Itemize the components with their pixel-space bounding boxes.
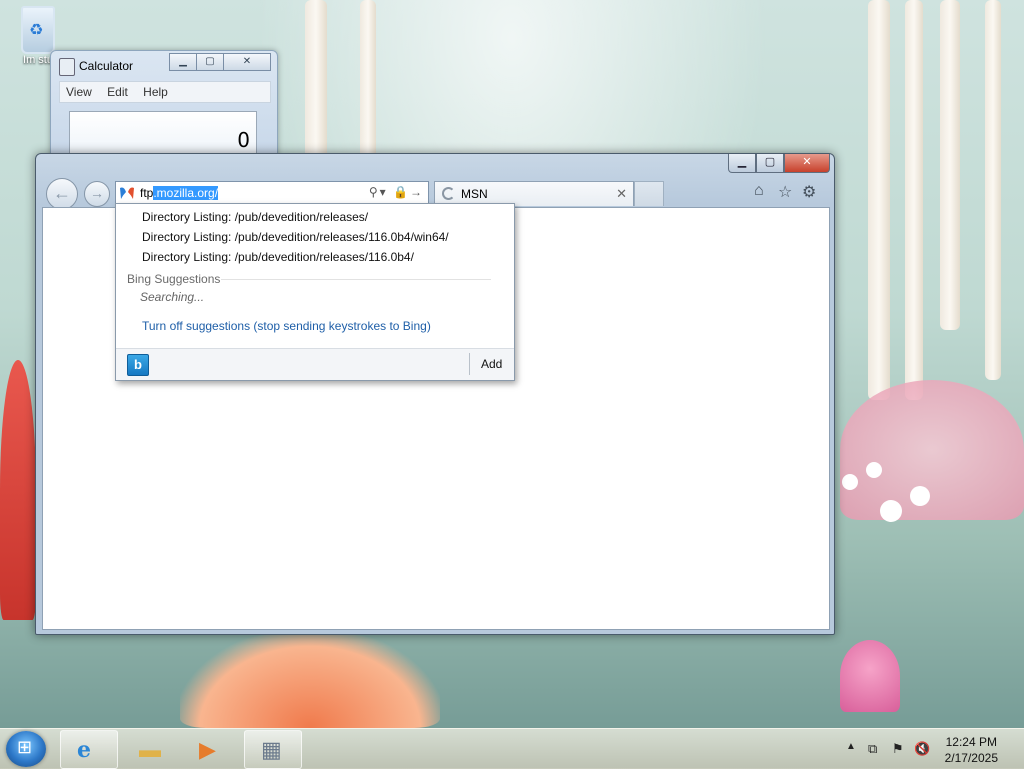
wallpaper-flower xyxy=(866,462,882,478)
clock-date: 2/17/2025 xyxy=(944,751,998,765)
tools-gear-icon[interactable]: ⚙ xyxy=(802,182,816,202)
calculator-icon xyxy=(59,58,75,76)
calculator-minimize-button[interactable]: ▁ xyxy=(169,53,197,71)
dropdown-footer: b Add xyxy=(116,348,514,380)
taskbar-internet-explorer[interactable]: e xyxy=(60,730,118,769)
back-arrow-icon: ← xyxy=(53,183,71,203)
calculator-title: Calculator xyxy=(79,59,134,73)
folder-icon: ▬ xyxy=(139,737,161,762)
wallpaper-tree xyxy=(905,0,923,400)
wallpaper-flower xyxy=(842,474,858,490)
network-icon[interactable]: ⧉ xyxy=(868,741,877,757)
address-prefix: ftp xyxy=(140,186,154,200)
forward-arrow-icon: → xyxy=(90,185,104,201)
add-provider-button[interactable]: Add xyxy=(481,357,502,371)
footer-divider xyxy=(469,353,470,375)
menu-view[interactable]: View xyxy=(60,82,98,102)
wallpaper-tree xyxy=(940,0,960,330)
tab-label: MSN xyxy=(461,187,488,201)
history-item[interactable]: Directory Listing: /pub/devedition/relea… xyxy=(142,250,414,264)
calculator-display-value: 0 xyxy=(237,128,250,152)
new-tab-button[interactable] xyxy=(634,181,664,206)
wallpaper-tree xyxy=(985,0,1001,380)
wallpaper-tree xyxy=(360,0,376,160)
start-button[interactable] xyxy=(6,731,46,767)
calculator-maximize-button[interactable]: ▢ xyxy=(196,53,224,71)
address-bar[interactable]: ftp.mozilla.org/ ⚲▾ 🔒→ xyxy=(115,181,429,205)
taskbar-media-player[interactable]: ▶ xyxy=(182,730,240,769)
address-input[interactable]: ftp.mozilla.org/ xyxy=(140,186,219,200)
taskbar-explorer[interactable]: ▬ xyxy=(122,730,180,769)
menu-help[interactable]: Help xyxy=(137,82,174,102)
address-selected-text: .mozilla.org/ xyxy=(153,186,219,200)
calculator-menubar: View Edit Help xyxy=(59,81,271,103)
calculator-close-button[interactable]: ✕ xyxy=(223,53,271,71)
close-button[interactable]: ✕ xyxy=(784,154,830,173)
show-hidden-icons-icon[interactable]: ▲ xyxy=(846,741,856,752)
lock-icon: 🔒 xyxy=(393,185,410,199)
home-icon[interactable]: ⌂ xyxy=(754,182,764,200)
media-player-icon: ▶ xyxy=(199,737,216,762)
suggestions-divider xyxy=(221,279,491,280)
wallpaper-flower xyxy=(910,486,930,506)
wallpaper-plant xyxy=(180,632,440,728)
taskbar-calculator[interactable]: ▦ xyxy=(244,730,302,769)
internet-explorer-icon: e xyxy=(77,737,91,763)
recycle-bin-icon xyxy=(21,6,55,54)
wallpaper-tree xyxy=(305,0,327,160)
calculator-icon: ▦ xyxy=(261,737,282,762)
wallpaper-plant xyxy=(0,360,36,620)
clock-time: 12:24 PM xyxy=(945,735,997,749)
back-button[interactable]: ← xyxy=(46,178,78,210)
loading-spinner-icon xyxy=(442,187,455,200)
history-item[interactable]: Directory Listing: /pub/devedition/relea… xyxy=(142,210,368,224)
wallpaper-plant xyxy=(840,380,1024,520)
menu-edit[interactable]: Edit xyxy=(101,82,134,102)
wallpaper-tree xyxy=(868,0,890,400)
wallpaper-flower xyxy=(880,500,902,522)
maximize-button[interactable]: ▢ xyxy=(756,154,784,173)
forward-button[interactable]: → xyxy=(84,181,110,207)
history-item[interactable]: Directory Listing: /pub/devedition/relea… xyxy=(142,230,449,244)
tab-close-icon[interactable]: ✕ xyxy=(616,186,627,202)
address-tools: ⚲▾ 🔒→ xyxy=(369,185,424,199)
turn-off-suggestions-link[interactable]: Turn off suggestions (stop sending keyst… xyxy=(142,319,431,333)
suggestions-header: Bing Suggestions xyxy=(127,272,221,286)
action-center-flag-icon[interactable]: ⚑ xyxy=(892,741,904,757)
ie-site-icon xyxy=(120,187,134,199)
go-arrow-icon[interactable]: → xyxy=(410,185,424,199)
wallpaper-plant xyxy=(840,640,900,712)
favorites-star-icon[interactable]: ☆ xyxy=(778,182,792,202)
address-autocomplete-dropdown: Directory Listing: /pub/devedition/relea… xyxy=(115,203,515,381)
minimize-button[interactable]: ▁ xyxy=(728,154,756,173)
taskbar: e ▬ ▶ ▦ ▲ ⧉ ⚑ 🔇 12:24 PM 2/17/2025 xyxy=(0,728,1024,769)
calculator-window[interactable]: Calculator ▁ ▢ ✕ View Edit Help 0 xyxy=(50,50,278,162)
calculator-display: 0 xyxy=(69,111,257,157)
search-icon[interactable]: ⚲ xyxy=(369,185,380,199)
volume-muted-icon[interactable]: 🔇 xyxy=(914,741,930,757)
dropdown-arrow-icon[interactable]: ▾ xyxy=(380,185,388,199)
system-clock[interactable]: 12:24 PM 2/17/2025 xyxy=(945,734,998,766)
bing-provider-icon[interactable]: b xyxy=(127,354,149,376)
searching-status: Searching... xyxy=(140,290,205,304)
window-caption-buttons: ▁ ▢ ✕ xyxy=(728,154,830,173)
